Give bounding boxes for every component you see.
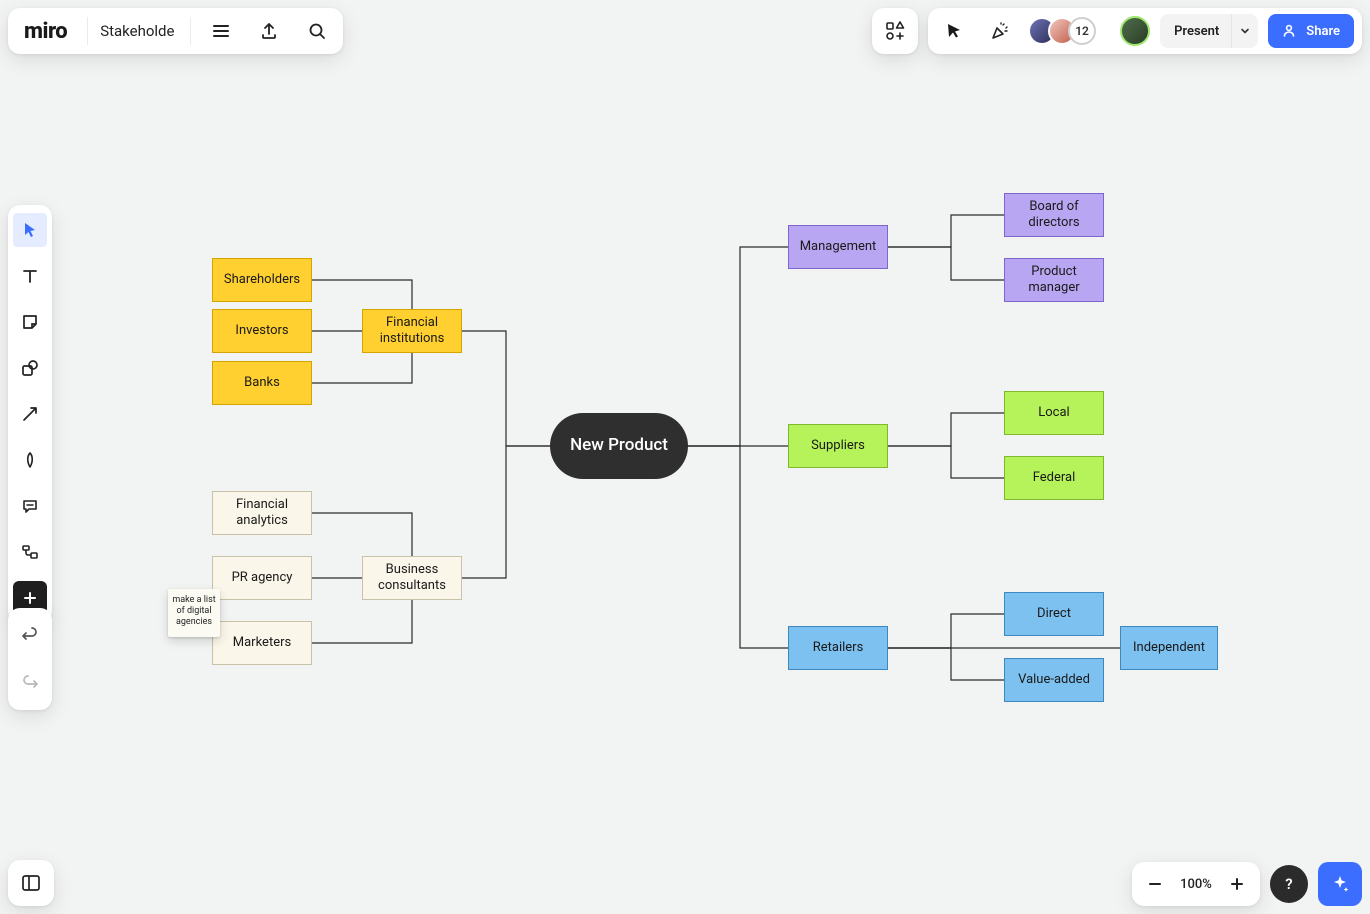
zoom-level[interactable]: 100%	[1178, 877, 1214, 892]
connector-lines	[0, 0, 1370, 914]
plus-icon	[1229, 876, 1245, 892]
collaborator-avatars[interactable]: 12	[1028, 17, 1096, 45]
connector-tool[interactable]	[13, 397, 47, 431]
search-icon	[307, 21, 327, 41]
frame-tool[interactable]	[13, 535, 47, 569]
divider	[87, 17, 88, 45]
present-label: Present	[1160, 24, 1231, 39]
export-button[interactable]	[251, 13, 287, 49]
node-investors[interactable]: Investors	[212, 309, 312, 353]
present-button[interactable]: Present	[1160, 14, 1258, 48]
node-financial-institutions[interactable]: Financial institutions	[362, 309, 462, 353]
undo-button[interactable]	[13, 618, 47, 652]
node-financial-analytics[interactable]: Financial analytics	[212, 491, 312, 535]
hamburger-icon	[211, 21, 231, 41]
text-icon	[20, 266, 40, 286]
top-right-cluster: 12 Present Share	[872, 8, 1362, 54]
current-user-avatar[interactable]	[1120, 16, 1150, 46]
node-suppliers[interactable]: Suppliers	[788, 424, 888, 468]
node-product-manager[interactable]: Product manager	[1004, 258, 1104, 302]
node-independent[interactable]: Independent	[1120, 626, 1218, 670]
miro-logo[interactable]: miro	[16, 19, 75, 44]
sticky-note-tool[interactable]	[13, 305, 47, 339]
redo-icon	[20, 673, 40, 693]
arrow-icon	[20, 404, 40, 424]
person-plus-icon	[1282, 23, 1298, 39]
node-local[interactable]: Local	[1004, 391, 1104, 435]
zoom-out-button[interactable]	[1138, 867, 1172, 901]
panel-icon	[20, 872, 42, 894]
plus-icon	[21, 589, 39, 607]
node-value-added[interactable]: Value-added	[1004, 658, 1104, 702]
mindmap-canvas[interactable]: New Product Financial institutions Share…	[0, 0, 1370, 914]
help-button[interactable]: ?	[1270, 865, 1308, 903]
export-icon	[259, 21, 279, 41]
frames-panel-toggle[interactable]	[8, 860, 54, 906]
reactions-button[interactable]	[982, 13, 1018, 49]
node-business-consultants[interactable]: Business consultants	[362, 556, 462, 600]
main-menu-button[interactable]	[203, 13, 239, 49]
apps-icon	[884, 20, 906, 42]
zoom-control: 100%	[1132, 862, 1260, 906]
sticky-note-icon	[20, 312, 40, 332]
cursor-tracking-button[interactable]	[936, 13, 972, 49]
search-button[interactable]	[299, 13, 335, 49]
node-board-of-directors[interactable]: Board of directors	[1004, 193, 1104, 237]
comment-icon	[20, 496, 40, 516]
sticky-note[interactable]: make a list of digital agencies	[168, 589, 220, 637]
frames-icon	[20, 542, 40, 562]
comment-tool[interactable]	[13, 489, 47, 523]
chevron-down-icon	[1239, 25, 1251, 37]
node-shareholders[interactable]: Shareholders	[212, 258, 312, 302]
undo-icon	[20, 625, 40, 645]
board-header: miro Stakeholde	[8, 8, 343, 54]
minus-icon	[1147, 876, 1163, 892]
cursor-arrow-icon	[944, 21, 964, 41]
node-retailers[interactable]: Retailers	[788, 626, 888, 670]
mindmap-root[interactable]: New Product	[550, 413, 688, 479]
shapes-icon	[20, 358, 40, 378]
node-banks[interactable]: Banks	[212, 361, 312, 405]
select-tool[interactable]	[13, 213, 47, 247]
text-tool[interactable]	[13, 259, 47, 293]
bottom-right-cluster: 100% ?	[1132, 862, 1362, 906]
history-panel	[8, 608, 52, 710]
zoom-in-button[interactable]	[1220, 867, 1254, 901]
sparkle-icon	[1329, 873, 1351, 895]
share-button[interactable]: Share	[1268, 14, 1354, 48]
divider	[190, 17, 191, 45]
collaboration-bar: 12 Present Share	[928, 8, 1362, 54]
present-dropdown[interactable]	[1231, 14, 1258, 48]
apps-button[interactable]	[872, 8, 918, 54]
pen-icon	[20, 450, 40, 470]
node-marketers[interactable]: Marketers	[212, 621, 312, 665]
redo-button[interactable]	[13, 666, 47, 700]
share-label: Share	[1306, 24, 1340, 39]
cursor-icon	[20, 220, 40, 240]
shape-tool[interactable]	[13, 351, 47, 385]
node-pr-agency[interactable]: PR agency	[212, 556, 312, 600]
node-direct[interactable]: Direct	[1004, 592, 1104, 636]
board-title[interactable]: Stakeholde	[100, 22, 178, 40]
pen-tool[interactable]	[13, 443, 47, 477]
node-management[interactable]: Management	[788, 225, 888, 269]
party-popper-icon	[990, 21, 1010, 41]
left-toolbar	[8, 205, 52, 623]
avatar-overflow-count[interactable]: 12	[1068, 17, 1096, 45]
node-federal[interactable]: Federal	[1004, 456, 1104, 500]
ai-assist-button[interactable]	[1318, 862, 1362, 906]
